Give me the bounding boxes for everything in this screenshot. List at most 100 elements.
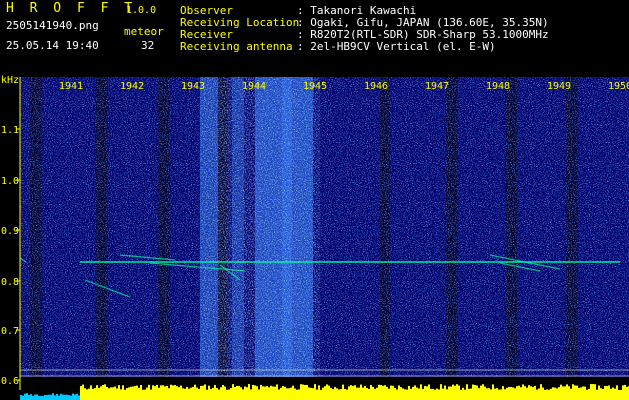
level-bar: [172, 385, 174, 400]
level-bar: [50, 394, 52, 400]
level-bar: [368, 388, 370, 400]
level-bar: [260, 384, 262, 400]
level-bar: [104, 384, 106, 400]
level-bar: [578, 387, 580, 400]
level-bar: [408, 385, 410, 400]
level-bar: [370, 384, 372, 400]
level-bar: [158, 387, 160, 400]
level-bar: [590, 384, 592, 400]
level-bar: [150, 389, 152, 400]
level-bar: [606, 386, 608, 400]
level-bar: [38, 395, 40, 400]
noise-layer-bright: [200, 77, 320, 377]
level-bar: [570, 388, 572, 400]
level-bar: [102, 384, 104, 400]
level-bar: [390, 385, 392, 400]
level-bar: [376, 387, 378, 400]
level-bar: [42, 395, 44, 400]
level-bar: [240, 387, 242, 400]
level-bar: [164, 386, 166, 400]
level-bar: [520, 387, 522, 400]
level-bar: [600, 388, 602, 400]
level-bar: [58, 395, 60, 400]
level-bar: [428, 384, 430, 400]
level-bar: [588, 388, 590, 400]
level-bar: [64, 394, 66, 400]
level-bar: [396, 389, 398, 400]
level-bar: [248, 384, 250, 400]
level-bar: [186, 386, 188, 400]
level-bar: [122, 385, 124, 400]
level-bar: [438, 389, 440, 400]
level-bar: [414, 385, 416, 400]
level-bar: [596, 389, 598, 400]
level-bar: [322, 387, 324, 400]
level-bar: [480, 385, 482, 400]
level-bar: [458, 385, 460, 400]
level-bar: [44, 394, 46, 400]
level-bar: [328, 385, 330, 400]
level-bar: [624, 384, 626, 400]
level-bar: [98, 387, 100, 400]
level-bar: [566, 384, 568, 400]
y-tick-label: 1.0: [1, 176, 19, 187]
level-bar: [402, 388, 404, 400]
level-bar: [416, 387, 418, 400]
level-bar: [430, 388, 432, 400]
x-tick-label: 1950: [608, 81, 629, 92]
level-bar: [540, 384, 542, 400]
antenna-label: Receiving antenna: [180, 40, 293, 53]
level-bar: [446, 389, 448, 400]
level-bar: [398, 385, 400, 400]
level-bar: [506, 387, 508, 400]
meteor-count: 32: [141, 39, 155, 52]
level-bar: [602, 388, 604, 400]
level-bar: [132, 386, 134, 400]
level-bar: [496, 388, 498, 400]
level-bar: [318, 385, 320, 400]
level-bar: [26, 393, 28, 400]
level-bar: [232, 384, 234, 400]
level-bar: [356, 387, 358, 400]
date-time: 25.05.14 19:40: [6, 39, 99, 52]
level-bar: [220, 387, 222, 400]
level-bar: [310, 387, 312, 400]
x-tick-label: 1946: [364, 81, 388, 92]
level-bar: [60, 393, 62, 400]
level-bar: [472, 384, 474, 400]
level-bar: [478, 388, 480, 400]
level-bar: [312, 388, 314, 400]
level-bar: [336, 388, 338, 400]
level-bar: [586, 389, 588, 400]
level-bar: [610, 388, 612, 400]
level-bar: [258, 389, 260, 400]
level-bar: [300, 384, 302, 400]
level-bar: [146, 387, 148, 400]
level-bar: [68, 395, 70, 400]
level-bar: [210, 388, 212, 400]
level-bar: [70, 395, 72, 400]
level-bar: [452, 384, 454, 400]
level-bar: [352, 385, 354, 400]
level-bar: [490, 389, 492, 400]
x-tick-label: 1949: [547, 81, 571, 92]
level-bar: [526, 387, 528, 400]
level-bar: [288, 388, 290, 400]
level-bar: [410, 388, 412, 400]
level-bar: [290, 387, 292, 400]
noise-layer: [20, 77, 629, 377]
level-bar: [372, 386, 374, 400]
level-bar: [162, 385, 164, 400]
level-bar: [576, 385, 578, 400]
level-bar: [316, 389, 318, 400]
level-bar: [504, 389, 506, 400]
level-bar: [246, 387, 248, 400]
level-bar: [386, 386, 388, 400]
level-bar: [612, 387, 614, 400]
level-bar: [560, 384, 562, 400]
level-bar: [228, 389, 230, 400]
y-tick-label: 1.1: [1, 125, 19, 136]
level-bar: [440, 384, 442, 400]
level-bar: [36, 394, 38, 400]
level-bar: [350, 385, 352, 400]
